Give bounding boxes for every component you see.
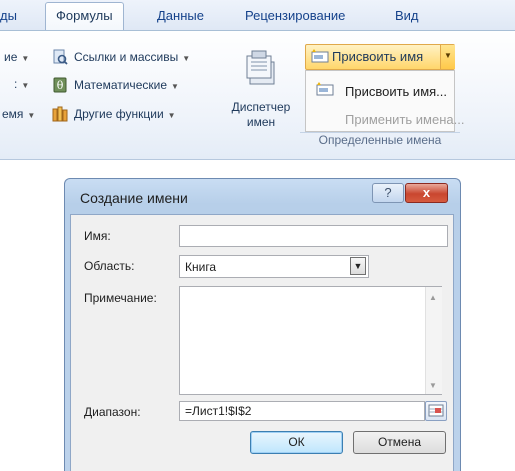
svg-text:θ: θ xyxy=(57,79,64,92)
chevron-down-icon: ▼ xyxy=(182,54,191,63)
range-input[interactable]: =Лист1!$I$2 xyxy=(179,401,425,421)
tab-data-partial[interactable]: ды xyxy=(0,8,17,23)
comment-textarea[interactable] xyxy=(179,286,442,395)
chevron-down-icon: ▼ xyxy=(444,51,452,60)
links-arrays-button[interactable]: Ссылки и массивы ▼ xyxy=(74,50,190,64)
range-label: Диапазон: xyxy=(84,405,141,419)
dialog-title: Создание имени xyxy=(80,190,188,206)
tab-view[interactable]: Вид xyxy=(395,8,419,23)
more-functions-icon xyxy=(52,106,68,122)
menu-item-apply-names: Применить имена... xyxy=(345,112,465,127)
ribbon: ды Формулы Данные Рецензирование Вид ие ▼… xyxy=(0,0,515,162)
ribbon-tabbar: ды Формулы Данные Рецензирование Вид xyxy=(0,0,515,31)
cancel-button[interactable]: Отмена xyxy=(353,431,446,454)
function-category-partial-2[interactable]: : ▼ xyxy=(14,77,29,91)
comment-label: Примечание: xyxy=(84,291,157,305)
range-select-icon xyxy=(428,404,444,417)
help-icon[interactable]: ? xyxy=(372,183,404,203)
scope-value: Книга xyxy=(185,260,217,274)
tab-review[interactable]: Рецензирование xyxy=(245,8,345,23)
name-manager-icon xyxy=(246,50,275,85)
name-manager-button[interactable] xyxy=(227,50,295,91)
scope-label: Область: xyxy=(84,259,135,273)
ok-button[interactable]: ОК xyxy=(250,431,343,454)
chevron-down-icon: ▼ xyxy=(21,54,30,63)
chevron-down-icon: ▼ xyxy=(167,111,176,120)
chevron-down-icon: ▼ xyxy=(27,111,36,120)
collapse-dialog-button[interactable] xyxy=(425,401,447,421)
group-label-defined-names: Определенные имена xyxy=(318,133,442,147)
chevron-down-icon: ▼ xyxy=(171,82,179,91)
scope-select[interactable]: Книга xyxy=(179,255,369,278)
scroll-down-icon[interactable]: ▼ xyxy=(429,381,437,390)
scroll-up-icon[interactable]: ▲ xyxy=(429,293,437,302)
define-name-icon xyxy=(316,82,334,96)
close-icon[interactable]: x xyxy=(405,183,448,203)
name-manager-label: Диспетчер имен xyxy=(231,100,291,129)
define-name-icon xyxy=(311,49,329,63)
menu-item-define-name[interactable]: Присвоить имя... xyxy=(345,84,447,99)
name-input[interactable] xyxy=(179,225,448,247)
lookup-reference-icon xyxy=(53,49,68,65)
tab-data[interactable]: Данные xyxy=(157,8,204,23)
range-value: =Лист1!$I$2 xyxy=(185,404,252,418)
tab-formulas[interactable]: Формулы xyxy=(45,2,124,30)
other-functions-button[interactable]: Другие функции ▼ xyxy=(74,107,176,121)
chevron-down-icon[interactable]: ▼ xyxy=(350,257,366,275)
math-trig-icon: θ xyxy=(53,77,67,93)
math-functions-button[interactable]: Математические ▼ xyxy=(74,78,179,92)
function-category-partial-1[interactable]: ие ▼ xyxy=(4,50,29,64)
define-name-dropdown[interactable]: ▼ xyxy=(440,45,455,69)
name-label: Имя: xyxy=(84,229,111,243)
define-name-label: Присвоить имя xyxy=(332,49,424,64)
chevron-down-icon: ▼ xyxy=(21,81,30,90)
comment-scrollbar[interactable] xyxy=(425,287,442,394)
function-category-partial-3[interactable]: емя ▼ xyxy=(2,107,35,121)
